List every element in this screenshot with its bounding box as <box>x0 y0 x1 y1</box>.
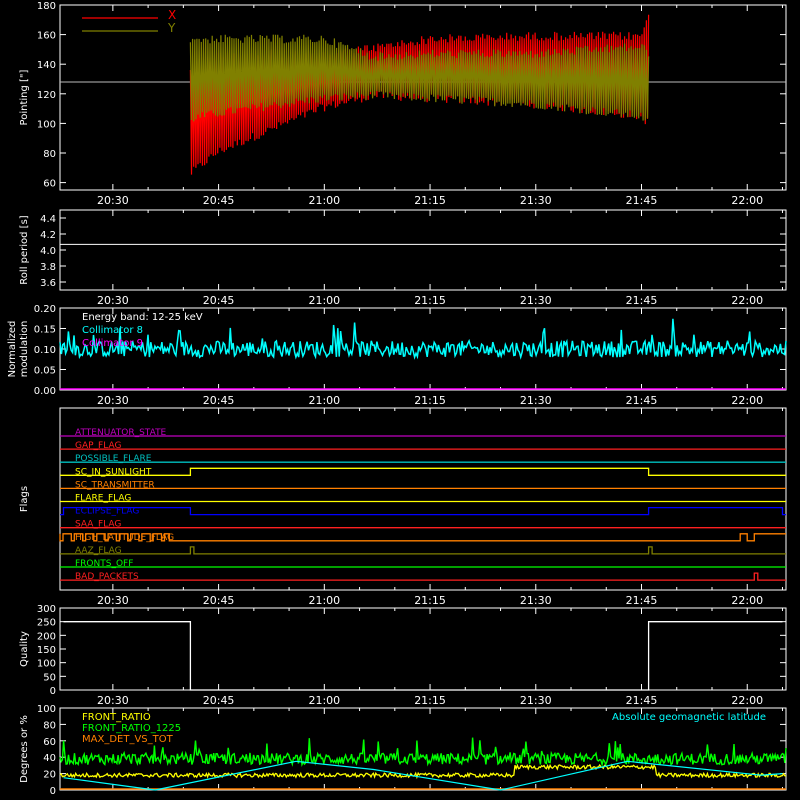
legend-label: Absolute geomagnetic latitude <box>612 712 766 723</box>
y-tick-label: 4.4 <box>40 214 56 225</box>
y-axis-label: modulation <box>19 321 30 378</box>
y-tick-label: 0.10 <box>34 345 56 356</box>
x-tick-label: 22:00 <box>731 394 763 407</box>
y-tick-label: 200 <box>37 631 56 642</box>
y-tick-label: 3.6 <box>40 278 56 289</box>
y-axis-label: Flags <box>19 486 30 512</box>
y-tick-label: 3.8 <box>40 262 56 273</box>
y-tick-label: 40 <box>43 753 56 764</box>
x-tick-label: 21:00 <box>308 694 340 707</box>
x-tick-label: 22:00 <box>731 594 763 607</box>
legend-label: Y <box>167 21 176 35</box>
legend-label: FRONT_RATIO <box>82 712 151 723</box>
y-tick-label: 20 <box>43 770 56 781</box>
y-tick-label: 120 <box>37 90 56 101</box>
energy-band-annotation: Energy band: 12-25 keV <box>82 312 203 323</box>
y-tick-label: 80 <box>43 149 56 160</box>
x-tick-label: 21:30 <box>520 394 552 407</box>
legend-label: FRONT_RATIO_1225 <box>82 723 181 734</box>
x-tick-label: 21:00 <box>308 594 340 607</box>
x-tick-label: 22:00 <box>731 294 763 307</box>
y-tick-label: 60 <box>43 179 56 190</box>
x-tick-label: 20:30 <box>97 694 129 707</box>
x-tick-label: 20:30 <box>97 194 129 207</box>
legend-label: Collimator 8 <box>82 325 143 336</box>
x-tick-label: 21:30 <box>520 194 552 207</box>
x-tick-label: 20:45 <box>203 594 235 607</box>
y-tick-label: 0.15 <box>34 325 56 336</box>
x-tick-label: 21:15 <box>414 394 446 407</box>
x-tick-label: 20:30 <box>97 594 129 607</box>
y-tick-label: 80 <box>43 720 56 731</box>
y-tick-label: 140 <box>37 60 56 71</box>
y-axis-label: Roll period [s] <box>19 215 30 284</box>
x-tick-label: 21:45 <box>626 594 658 607</box>
y-tick-label: 0 <box>50 686 56 697</box>
x-tick-label: 21:15 <box>414 294 446 307</box>
y-tick-label: 50 <box>43 672 56 683</box>
x-tick-label: 21:00 <box>308 294 340 307</box>
x-tick-label: 21:45 <box>626 694 658 707</box>
y-tick-label: 100 <box>37 659 56 670</box>
y-tick-label: 0.05 <box>34 366 56 377</box>
y-axis-label: Degrees or % <box>19 715 30 783</box>
y-tick-label: 0.20 <box>34 304 56 315</box>
y-axis-label: Pointing ["] <box>19 69 30 125</box>
y-tick-label: 100 <box>37 704 56 715</box>
y-tick-label: 100 <box>37 119 56 130</box>
legend-label: MAX_DET_VS_TOT <box>82 734 174 745</box>
x-tick-label: 21:30 <box>520 694 552 707</box>
x-tick-label: 22:00 <box>731 694 763 707</box>
x-tick-label: 20:30 <box>97 394 129 407</box>
x-tick-label: 20:45 <box>203 294 235 307</box>
x-tick-label: 21:15 <box>414 594 446 607</box>
x-tick-label: 21:30 <box>520 594 552 607</box>
x-tick-label: 21:00 <box>308 394 340 407</box>
x-tick-label: 22:00 <box>731 194 763 207</box>
x-tick-label: 21:00 <box>308 194 340 207</box>
y-axis-label: Quality <box>19 631 30 667</box>
y-tick-label: 4.2 <box>40 230 56 241</box>
x-tick-label: 21:45 <box>626 294 658 307</box>
chart-canvas: 20:30 20:45 21:00 21:15 21:30 21:45 22:00 60 80 1… <box>0 0 800 800</box>
y-tick-label: 180 <box>37 1 56 12</box>
x-tick-label: 21:45 <box>626 394 658 407</box>
y-axis-label: Normalized <box>7 321 18 378</box>
y-tick-label: 0.00 <box>34 386 56 397</box>
y-tick-label: 150 <box>37 645 56 656</box>
x-tick-label: 20:30 <box>97 294 129 307</box>
y-tick-label: 250 <box>37 618 56 629</box>
y-tick-label: 160 <box>37 31 56 42</box>
x-tick-label: 21:45 <box>626 194 658 207</box>
legend-label: Collimator 9 <box>82 338 143 349</box>
x-tick-label: 20:45 <box>203 694 235 707</box>
legend-label: X <box>168 8 176 22</box>
y-tick-label: 0 <box>50 786 56 797</box>
y-tick-label: 60 <box>43 737 56 748</box>
x-tick-label: 20:45 <box>203 194 235 207</box>
x-tick-label: 21:15 <box>414 194 446 207</box>
y-tick-label: 4.0 <box>40 246 56 257</box>
y-tick-label: 300 <box>37 604 56 615</box>
x-tick-label: 21:15 <box>414 694 446 707</box>
x-tick-label: 20:45 <box>203 394 235 407</box>
x-tick-label: 21:30 <box>520 294 552 307</box>
